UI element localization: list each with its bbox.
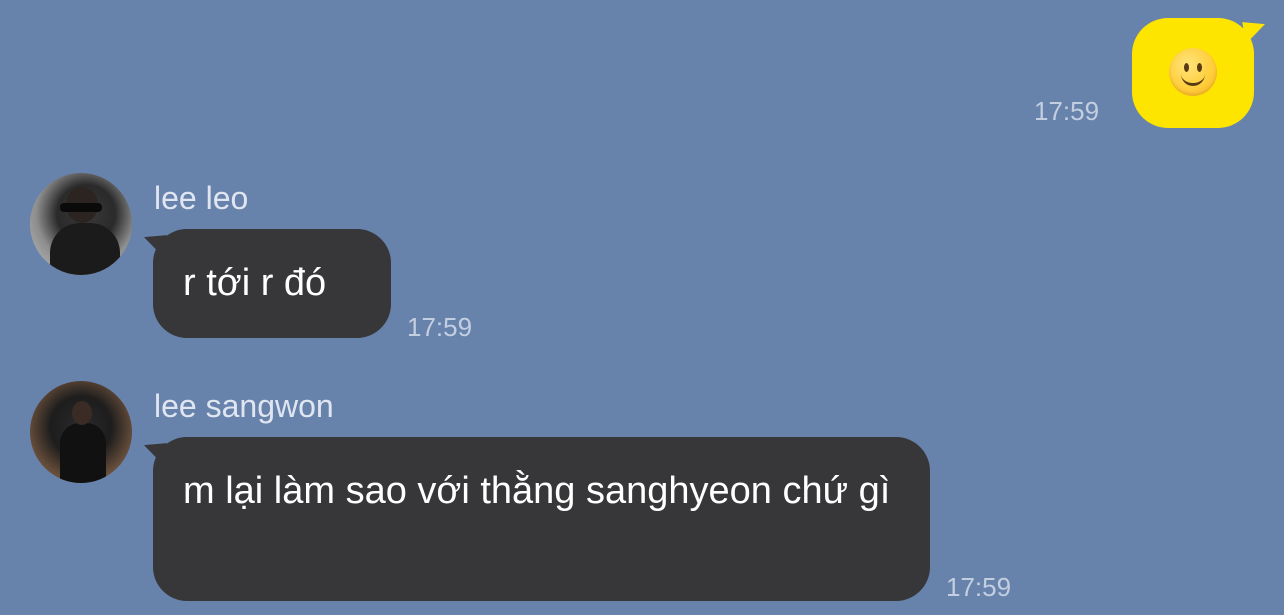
bubble-tail [141,231,167,257]
avatar-lee-sangwon[interactable] [30,381,132,483]
incoming-message-bubble[interactable]: m lại làm sao với thằng sanghyeon chứ gì [141,437,930,601]
sender-name: lee sangwon [154,388,334,424]
message-timestamp: 17:59 [946,572,1012,602]
message-timestamp: 17:59 [407,312,473,342]
slightly-smiling-face-emoji-icon [1169,48,1217,96]
outgoing-message-bubble[interactable] [1132,18,1268,128]
bubble-tail [141,439,167,465]
message-text: m lại làm sao với thằng sanghyeon chứ gì [183,470,891,512]
chat-message-list[interactable]: 17:59 lee leo r tới r đó 17:59 lee sangw… [0,0,1284,615]
bubble-tail [1242,18,1268,44]
avatar-lee-leo[interactable] [30,173,132,275]
incoming-message-bubble[interactable]: r tới r đó [141,229,391,338]
message-text: r tới r đó [183,262,327,304]
sender-name: lee leo [154,180,249,216]
message-timestamp: 17:59 [1034,96,1100,126]
